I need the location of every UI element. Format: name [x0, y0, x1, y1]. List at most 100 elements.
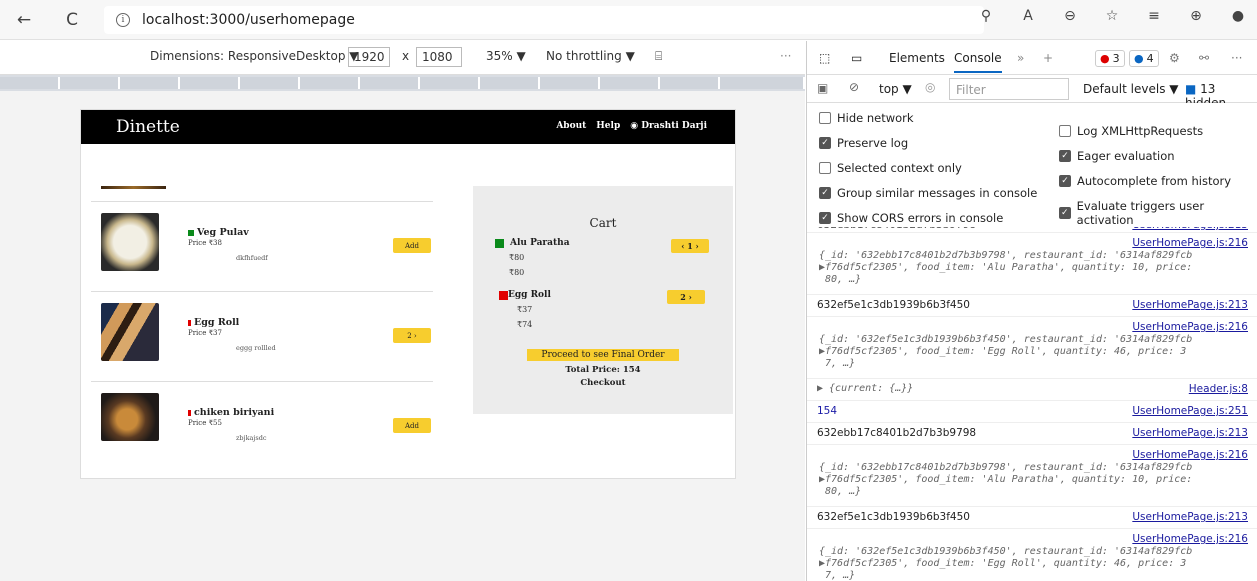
log-xhr-checkbox[interactable]: Log XMLHttpRequests: [1059, 124, 1203, 138]
cart-item-subtotal: ₹74: [517, 320, 533, 329]
add-button[interactable]: Add: [393, 418, 431, 433]
food-name: chiken biriyani: [188, 407, 274, 418]
emulated-viewport: Dinette About Help ◉ Drashti Darji Veg P…: [0, 91, 805, 581]
food-desc: eggg rollled: [236, 344, 276, 352]
rotate-icon[interactable]: ⌸: [655, 49, 662, 64]
group-similar-checkbox[interactable]: ✓ Group similar messages in console: [819, 186, 1037, 200]
cart-item-name: Egg Roll: [499, 290, 551, 300]
console-row: UserHomePage.js:216 {_id: '632ebb17c8401…: [807, 445, 1257, 507]
food-price: Price ₹38: [188, 239, 222, 247]
more-tabs-icon[interactable]: »: [1017, 51, 1024, 65]
cart-item-price: ₹37: [517, 305, 533, 314]
autocomplete-checkbox[interactable]: ✓ Autocomplete from history: [1059, 174, 1231, 188]
cart-quantity-stepper[interactable]: ‹ 1 ›: [671, 239, 709, 253]
food-name: Veg Pulav: [188, 227, 249, 238]
nonveg-indicator-icon: [499, 290, 508, 300]
read-aloud-icon[interactable]: A: [1019, 8, 1037, 24]
source-link[interactable]: UserHomePage.js:213: [1132, 511, 1248, 523]
source-link[interactable]: UserHomePage.js:251: [1132, 405, 1248, 417]
console-object[interactable]: {_id: '632ebb17c8401b2d7b3b9798', restau…: [819, 250, 1192, 286]
inspect-icon[interactable]: ⬚: [819, 51, 830, 65]
profile-icon[interactable]: ●: [1229, 8, 1247, 24]
source-link[interactable]: UserHomePage.js:213: [1132, 299, 1248, 311]
source-link[interactable]: Header.js:8: [1189, 383, 1248, 395]
nav-user[interactable]: ◉ Drashti Darji: [630, 121, 707, 131]
eager-eval-checkbox[interactable]: ✓ Eager evaluation: [1059, 149, 1175, 163]
source-link[interactable]: UserHomePage.js:216: [1132, 237, 1248, 249]
width-input[interactable]: 1920: [348, 47, 390, 67]
connection-icon[interactable]: ⚯: [1199, 51, 1209, 65]
address-bar[interactable]: i localhost:3000/userhomepage: [104, 6, 984, 34]
source-link[interactable]: UserHomePage.js:213: [1132, 427, 1248, 439]
console-object[interactable]: ▶ {current: {…}}: [817, 383, 913, 395]
clear-console-icon[interactable]: ⊘: [849, 80, 859, 94]
food-desc: dkfhfuedf: [236, 254, 268, 262]
key-icon[interactable]: ⚲: [977, 8, 995, 24]
tab-elements[interactable]: Elements: [889, 51, 945, 65]
total-price: Total Price: 154: [565, 365, 641, 375]
brand-logo[interactable]: Dinette: [116, 117, 180, 137]
nav-about[interactable]: About: [556, 121, 586, 131]
devtools-tabbar: ⬚ ▭ Elements Console » + ● 3 ● 4 ⚙ ⚯ ···: [807, 41, 1257, 75]
dimensions-select[interactable]: Dimensions: ResponsiveDesktop ▼: [150, 49, 359, 63]
sidebar-toggle-icon[interactable]: ▣: [817, 81, 828, 95]
filter-input[interactable]: Filter: [949, 78, 1069, 100]
favorite-icon[interactable]: ☆: [1103, 8, 1121, 24]
console-object[interactable]: {_id: '632ebb17c8401b2d7b3b9798', restau…: [819, 462, 1192, 498]
source-link[interactable]: UserHomePage.js:216: [1132, 449, 1248, 461]
url-text: localhost:3000/userhomepage: [142, 12, 355, 28]
reload-icon[interactable]: C: [60, 8, 84, 32]
height-input[interactable]: 1080: [416, 47, 462, 67]
console-row: UserHomePage.js:216 {_id: '632ebb17c8401…: [807, 233, 1257, 295]
zoom-icon[interactable]: ⊖: [1061, 8, 1079, 24]
source-link[interactable]: UserHomePage.js:216: [1132, 533, 1248, 545]
more-icon[interactable]: ···: [780, 49, 791, 63]
cart-item-name: Alu Paratha: [495, 238, 570, 248]
proceed-button[interactable]: Proceed to see Final Order: [527, 349, 679, 361]
add-tab-icon[interactable]: +: [1043, 51, 1053, 65]
nonveg-indicator-icon: [188, 409, 191, 416]
preserve-log-checkbox[interactable]: ✓ Preserve log: [819, 136, 908, 150]
context-select[interactable]: top ▼: [879, 82, 912, 96]
checkout-button[interactable]: Checkout: [473, 378, 733, 388]
site-header: Dinette About Help ◉ Drashti Darji: [81, 110, 735, 144]
error-icon: ●: [1100, 52, 1110, 65]
biriyani-image: [101, 393, 159, 441]
back-icon[interactable]: ←: [12, 8, 36, 32]
cors-errors-checkbox[interactable]: ✓ Show CORS errors in console: [819, 211, 1003, 225]
quantity-button[interactable]: 2 ›: [393, 328, 431, 343]
throttle-select[interactable]: No throttling ▼: [546, 49, 635, 63]
levels-select[interactable]: Default levels ▼: [1083, 82, 1179, 96]
console-settings: Hide network ✓ Preserve log Selected cont…: [807, 103, 1257, 227]
console-object[interactable]: {_id: '632ef5e1c3db1939b6b3f450', restau…: [819, 546, 1192, 581]
gear-icon[interactable]: ⚙: [1169, 51, 1180, 65]
veg-indicator-icon: [495, 238, 504, 248]
list-item: Veg Pulav Price ₹38 dkfhfuedf Add: [91, 202, 433, 282]
selected-context-checkbox[interactable]: Selected context only: [819, 161, 962, 175]
info-icon[interactable]: i: [116, 13, 130, 27]
error-badge[interactable]: ● 3: [1095, 50, 1125, 67]
more-options-icon[interactable]: ···: [1231, 51, 1242, 65]
nav-help[interactable]: Help: [596, 121, 620, 131]
favorites-list-icon[interactable]: ≡: [1145, 8, 1163, 24]
zoom-select[interactable]: 35% ▼: [486, 49, 526, 63]
web-page: Dinette About Help ◉ Drashti Darji Veg P…: [80, 109, 736, 479]
device-toggle-icon[interactable]: ▭: [851, 51, 862, 65]
add-button[interactable]: Add: [393, 238, 431, 253]
cart-title: Cart: [589, 216, 617, 230]
devtools-panel: ⬚ ▭ Elements Console » + ● 3 ● 4 ⚙ ⚯ ··· ▣…: [806, 41, 1257, 581]
cart-quantity-stepper[interactable]: 2 ›: [667, 290, 705, 304]
food-image-partial: [101, 186, 166, 189]
media-query-ruler[interactable]: [0, 75, 805, 91]
hide-network-checkbox[interactable]: Hide network: [819, 111, 914, 125]
collections-icon[interactable]: ⊕: [1187, 8, 1205, 24]
browser-toolbar: ← C i localhost:3000/userhomepage ⚲ A ⊖ …: [0, 0, 1257, 40]
egg-roll-image: [101, 303, 159, 361]
eye-icon[interactable]: ◎: [925, 80, 935, 94]
source-link[interactable]: UserHomePage.js:216: [1132, 321, 1248, 333]
evaluate-triggers-checkbox[interactable]: ✓ Evaluate triggers user activation: [1059, 199, 1257, 227]
console-object[interactable]: {_id: '632ef5e1c3db1939b6b3f450', restau…: [819, 334, 1192, 370]
tab-console[interactable]: Console: [954, 51, 1002, 73]
info-badge[interactable]: ● 4: [1129, 50, 1159, 67]
console-row: 632ef5e1c3db1939b6b3f450 UserHomePage.js…: [807, 507, 1257, 529]
